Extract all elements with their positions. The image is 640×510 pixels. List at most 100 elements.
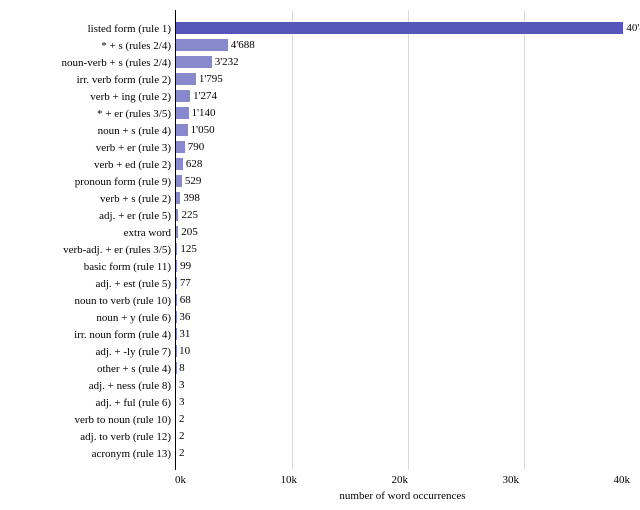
bar-row-25: 2	[176, 445, 640, 461]
bar-fill-2	[176, 56, 212, 68]
bar-row-1: 4'688	[176, 37, 640, 53]
row-label-10: verb + s (rule 2)	[0, 190, 175, 207]
bar-value-10: 398	[183, 192, 200, 204]
bar-row-19: 10	[176, 343, 640, 359]
row-label-0: listed form (rule 1)	[0, 20, 175, 37]
row-label-18: irr. noun form (rule 4)	[0, 326, 175, 343]
x-tick-4: 40k	[614, 474, 631, 486]
bar-row-15: 77	[176, 275, 640, 291]
bar-row-17: 36	[176, 309, 640, 325]
bar-row-5: 1'140	[176, 105, 640, 121]
bar-row-8: 628	[176, 156, 640, 172]
bar-value-11: 225	[181, 209, 198, 221]
row-label-7: verb + er (rule 3)	[0, 139, 175, 156]
bar-fill-5	[176, 107, 189, 119]
row-label-22: adj. + ful (rule 6)	[0, 394, 175, 411]
bar-value-12: 205	[181, 226, 198, 238]
row-label-5: * + er (rules 3/5)	[0, 105, 175, 122]
row-label-25: acronym (rule 13)	[0, 445, 175, 462]
bar-row-14: 99	[176, 258, 640, 274]
bar-value-20: 8	[179, 362, 185, 374]
bar-value-18: 31	[179, 328, 190, 340]
bar-fill-14	[176, 260, 177, 272]
bar-fill-15	[176, 277, 177, 289]
bar-fill-10	[176, 192, 180, 204]
bar-row-24: 2	[176, 428, 640, 444]
row-label-13: verb-adj. + er (rules 3/5)	[0, 241, 175, 258]
bar-fill-8	[176, 158, 183, 170]
bar-fill-11	[176, 209, 178, 221]
bar-value-13: 125	[180, 243, 197, 255]
row-label-3: irr. verb form (rule 2)	[0, 71, 175, 88]
bar-value-5: 1'140	[192, 107, 216, 119]
row-label-19: adj. + -ly (rule 7)	[0, 343, 175, 360]
row-label-14: basic form (rule 11)	[0, 258, 175, 275]
bar-row-12: 205	[176, 224, 640, 240]
bar-row-23: 2	[176, 411, 640, 427]
bar-row-13: 125	[176, 241, 640, 257]
row-label-11: adj. + er (rule 5)	[0, 207, 175, 224]
bar-fill-4	[176, 90, 190, 102]
bar-value-8: 628	[186, 158, 203, 170]
row-label-9: pronoun form (rule 9)	[0, 173, 175, 190]
bar-value-22: 3	[179, 396, 185, 408]
row-label-21: adj. + ness (rule 8)	[0, 377, 175, 394]
bar-fill-12	[176, 226, 178, 238]
bar-value-7: 790	[188, 141, 205, 153]
x-tick-1: 10k	[281, 474, 298, 486]
bar-row-7: 790	[176, 139, 640, 155]
bar-value-16: 68	[180, 294, 191, 306]
bar-value-24: 2	[179, 430, 185, 442]
bar-row-9: 529	[176, 173, 640, 189]
bar-row-11: 225	[176, 207, 640, 223]
labels-column: listed form (rule 1)* + s (rules 2/4)nou…	[0, 10, 175, 470]
x-ticks: 0k 10k 20k 30k 40k	[175, 470, 630, 486]
bar-row-6: 1'050	[176, 122, 640, 138]
bar-value-19: 10	[179, 345, 190, 357]
bars-column: 40'494 4'688 3'232 1'795 1'274 1'140 1'050 790 6…	[175, 10, 640, 470]
x-axis-area: 0k10k20k30k40k number of word occurrence…	[0, 470, 640, 510]
bar-value-21: 3	[179, 379, 185, 391]
bar-row-18: 31	[176, 326, 640, 342]
bar-fill-9	[176, 175, 182, 187]
row-label-17: noun + y (rule 6)	[0, 309, 175, 326]
bar-value-3: 1'795	[199, 73, 223, 85]
bar-value-6: 1'050	[191, 124, 215, 136]
bar-row-21: 3	[176, 377, 640, 393]
bar-value-15: 77	[180, 277, 191, 289]
bar-fill-13	[176, 243, 177, 255]
row-label-20: other + s (rule 4)	[0, 360, 175, 377]
x-tick-0: 0k	[175, 474, 186, 486]
bar-value-9: 529	[185, 175, 202, 187]
bar-fill-6	[176, 124, 188, 136]
bar-fill-16	[176, 294, 177, 306]
row-label-16: noun to verb (rule 10)	[0, 292, 175, 309]
bar-row-20: 8	[176, 360, 640, 376]
bar-value-4: 1'274	[193, 90, 217, 102]
bar-row-4: 1'274	[176, 88, 640, 104]
bar-row-22: 3	[176, 394, 640, 410]
bar-row-10: 398	[176, 190, 640, 206]
bar-value-14: 99	[180, 260, 191, 272]
x-tick-2: 20k	[392, 474, 409, 486]
row-label-4: verb + ing (rule 2)	[0, 88, 175, 105]
bar-row-0: 40'494	[176, 20, 640, 36]
bar-fill-7	[176, 141, 185, 153]
chart-container: listed form (rule 1)* + s (rules 2/4)nou…	[0, 0, 640, 500]
bar-value-2: 3'232	[215, 56, 239, 68]
bar-row-2: 3'232	[176, 54, 640, 70]
bar-row-3: 1'795	[176, 71, 640, 87]
row-label-15: adj. + est (rule 5)	[0, 275, 175, 292]
bar-value-23: 2	[179, 413, 185, 425]
bar-row-16: 68	[176, 292, 640, 308]
bar-value-0: 40'494	[626, 22, 640, 34]
bar-fill-3	[176, 73, 196, 85]
row-label-23: verb to noun (rule 10)	[0, 411, 175, 428]
bar-value-25: 2	[179, 447, 185, 459]
x-tick-3: 30k	[503, 474, 520, 486]
row-label-1: * + s (rules 2/4)	[0, 37, 175, 54]
row-label-8: verb + ed (rule 2)	[0, 156, 175, 173]
chart-body: listed form (rule 1)* + s (rules 2/4)nou…	[0, 10, 640, 470]
row-label-2: noun-verb + s (rules 2/4)	[0, 54, 175, 71]
bar-value-17: 36	[179, 311, 190, 323]
